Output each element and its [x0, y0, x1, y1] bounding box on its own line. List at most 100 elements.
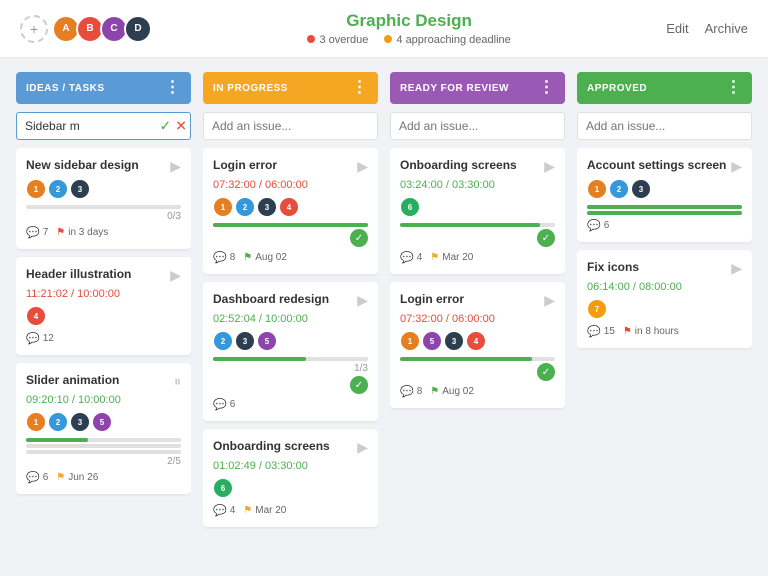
card-avatars: 1234 [213, 197, 368, 217]
play-button[interactable]: ▶ [544, 158, 555, 175]
card-avatars: 6 [213, 478, 368, 498]
add-member-button[interactable]: + [20, 15, 48, 43]
progress-fill [587, 211, 742, 215]
card-title: Account settings screen [587, 158, 727, 172]
comment-icon: 💬 [400, 251, 414, 264]
col-menu-button[interactable]: ⋮ [539, 80, 556, 96]
card-title-row: New sidebar design▶ [26, 158, 181, 175]
progress-count: 2/5 [26, 456, 181, 467]
card-title: Fix icons [587, 260, 727, 274]
add-issue-input[interactable] [203, 112, 378, 140]
progress-bar [587, 211, 742, 215]
card-time: 09:20:10 / 10:00:00 [26, 394, 181, 406]
col-header-ideas: IDEAS / TASKS⋮ [16, 72, 191, 104]
add-issue-input[interactable] [390, 112, 565, 140]
add-issue-input[interactable] [577, 112, 752, 140]
col-menu-button[interactable]: ⋮ [352, 80, 369, 96]
complete-icon: ✓ [350, 229, 368, 247]
cards-area: New sidebar design▶1230/3💬7⚑in 3 daysHea… [16, 148, 191, 562]
progress-bar [213, 357, 368, 361]
play-button[interactable]: ▶ [170, 267, 181, 284]
play-button[interactable]: ▶ [731, 158, 742, 175]
deadline-meta: 4 approaching deadline [384, 34, 510, 46]
comment-count: 8 [230, 252, 236, 263]
comment-count: 6 [43, 472, 49, 483]
comment-icon: 💬 [26, 332, 40, 345]
card: Header illustration▶11:21:02 / 10:00:004… [16, 257, 191, 355]
progress-wrap: ✓ [213, 223, 368, 247]
complete-wrap: ✓ [213, 229, 368, 247]
avatar: 1 [26, 412, 46, 432]
avatar: 1 [400, 331, 420, 351]
progress-fill [400, 223, 540, 227]
avatar: D [124, 15, 152, 43]
card-footer: 💬6 [587, 219, 742, 232]
flag-badge: ⚑in 8 hours [623, 326, 679, 337]
header-actions: Edit Archive [666, 21, 748, 36]
col-label: READY FOR REVIEW [400, 83, 509, 94]
col-menu-button[interactable]: ⋮ [726, 80, 743, 96]
card-title-row: Account settings screen ▶ [587, 158, 742, 175]
card-footer: 💬8⚑Aug 02 [213, 251, 368, 264]
flag-value: Mar 20 [255, 505, 286, 516]
pause-button[interactable]: ⏸ [174, 373, 181, 390]
avatar: 2 [235, 197, 255, 217]
avatar: 4 [26, 306, 46, 326]
cancel-input-button[interactable]: ✕ [175, 118, 187, 135]
flag-icon: ⚑ [430, 386, 439, 397]
card-footer: 💬6 ⚑Jun 26 [26, 471, 181, 484]
header-left: + A B C D [20, 15, 152, 43]
card-footer: 💬4⚑Mar 20 [400, 251, 555, 264]
column-review: READY FOR REVIEW⋮Onboarding screens▶03:2… [390, 72, 565, 562]
card-avatars: 6 [400, 197, 555, 217]
archive-button[interactable]: Archive [705, 21, 748, 36]
comment-icon: 💬 [213, 398, 227, 411]
comment-badge: 💬6 [26, 471, 48, 484]
avatar: 1 [213, 197, 233, 217]
col-menu-button[interactable]: ⋮ [165, 80, 182, 96]
avatar: 6 [400, 197, 420, 217]
complete-wrap: ✓ [213, 376, 368, 394]
card-title: Slider animation [26, 373, 170, 387]
card-time: 02:52:04 / 10:00:00 [213, 313, 368, 325]
play-button[interactable]: ▶ [170, 158, 181, 175]
comment-count: 8 [417, 386, 423, 397]
add-issue-wrap: ✓ ✕ [16, 112, 191, 140]
comment-badge: 💬8 [400, 385, 422, 398]
flag-icon: ⚑ [243, 505, 252, 516]
card-avatars: 235 [213, 331, 368, 351]
card-footer: 💬4 ⚑Mar 20 [213, 504, 368, 517]
progress-fill [587, 205, 742, 209]
comment-count: 15 [604, 326, 615, 337]
flag-badge: ⚑Mar 20 [430, 252, 473, 263]
add-issue-wrap [390, 112, 565, 140]
avatar: 3 [631, 179, 651, 199]
progress-bar [213, 223, 368, 227]
progress-fill [26, 438, 88, 442]
play-button[interactable]: ▶ [357, 158, 368, 175]
flag-badge: ⚑Jun 26 [56, 472, 98, 483]
play-button[interactable]: ▶ [544, 292, 555, 309]
card-avatars: 1534 [400, 331, 555, 351]
complete-icon: ✓ [350, 376, 368, 394]
edit-button[interactable]: Edit [666, 21, 688, 36]
progress-wrap: 1/3✓ [213, 357, 368, 394]
comment-icon: 💬 [213, 504, 227, 517]
progress-fill [213, 223, 368, 227]
flag-value: Mar 20 [442, 252, 473, 263]
board: IDEAS / TASKS⋮ ✓ ✕ New sidebar design▶12… [0, 58, 768, 576]
play-button[interactable]: ▶ [357, 292, 368, 309]
card-avatars: 123 [587, 179, 742, 199]
play-button[interactable]: ▶ [357, 439, 368, 456]
card: Account settings screen ▶ 123 💬6 [577, 148, 752, 242]
card-time: 03:24:00 / 03:30:00 [400, 179, 555, 191]
card-footer: 💬12 [26, 332, 181, 345]
flag-badge: ⚑Aug 02 [243, 252, 287, 263]
progress-wrap: ✓ [400, 223, 555, 247]
comment-badge: 💬4 [213, 504, 235, 517]
card-title-row: Login error▶ [213, 158, 368, 175]
play-button[interactable]: ▶ [731, 260, 742, 277]
confirm-input-button[interactable]: ✓ [160, 118, 172, 135]
flag-value: Aug 02 [255, 252, 287, 263]
avatar: 7 [587, 299, 607, 319]
